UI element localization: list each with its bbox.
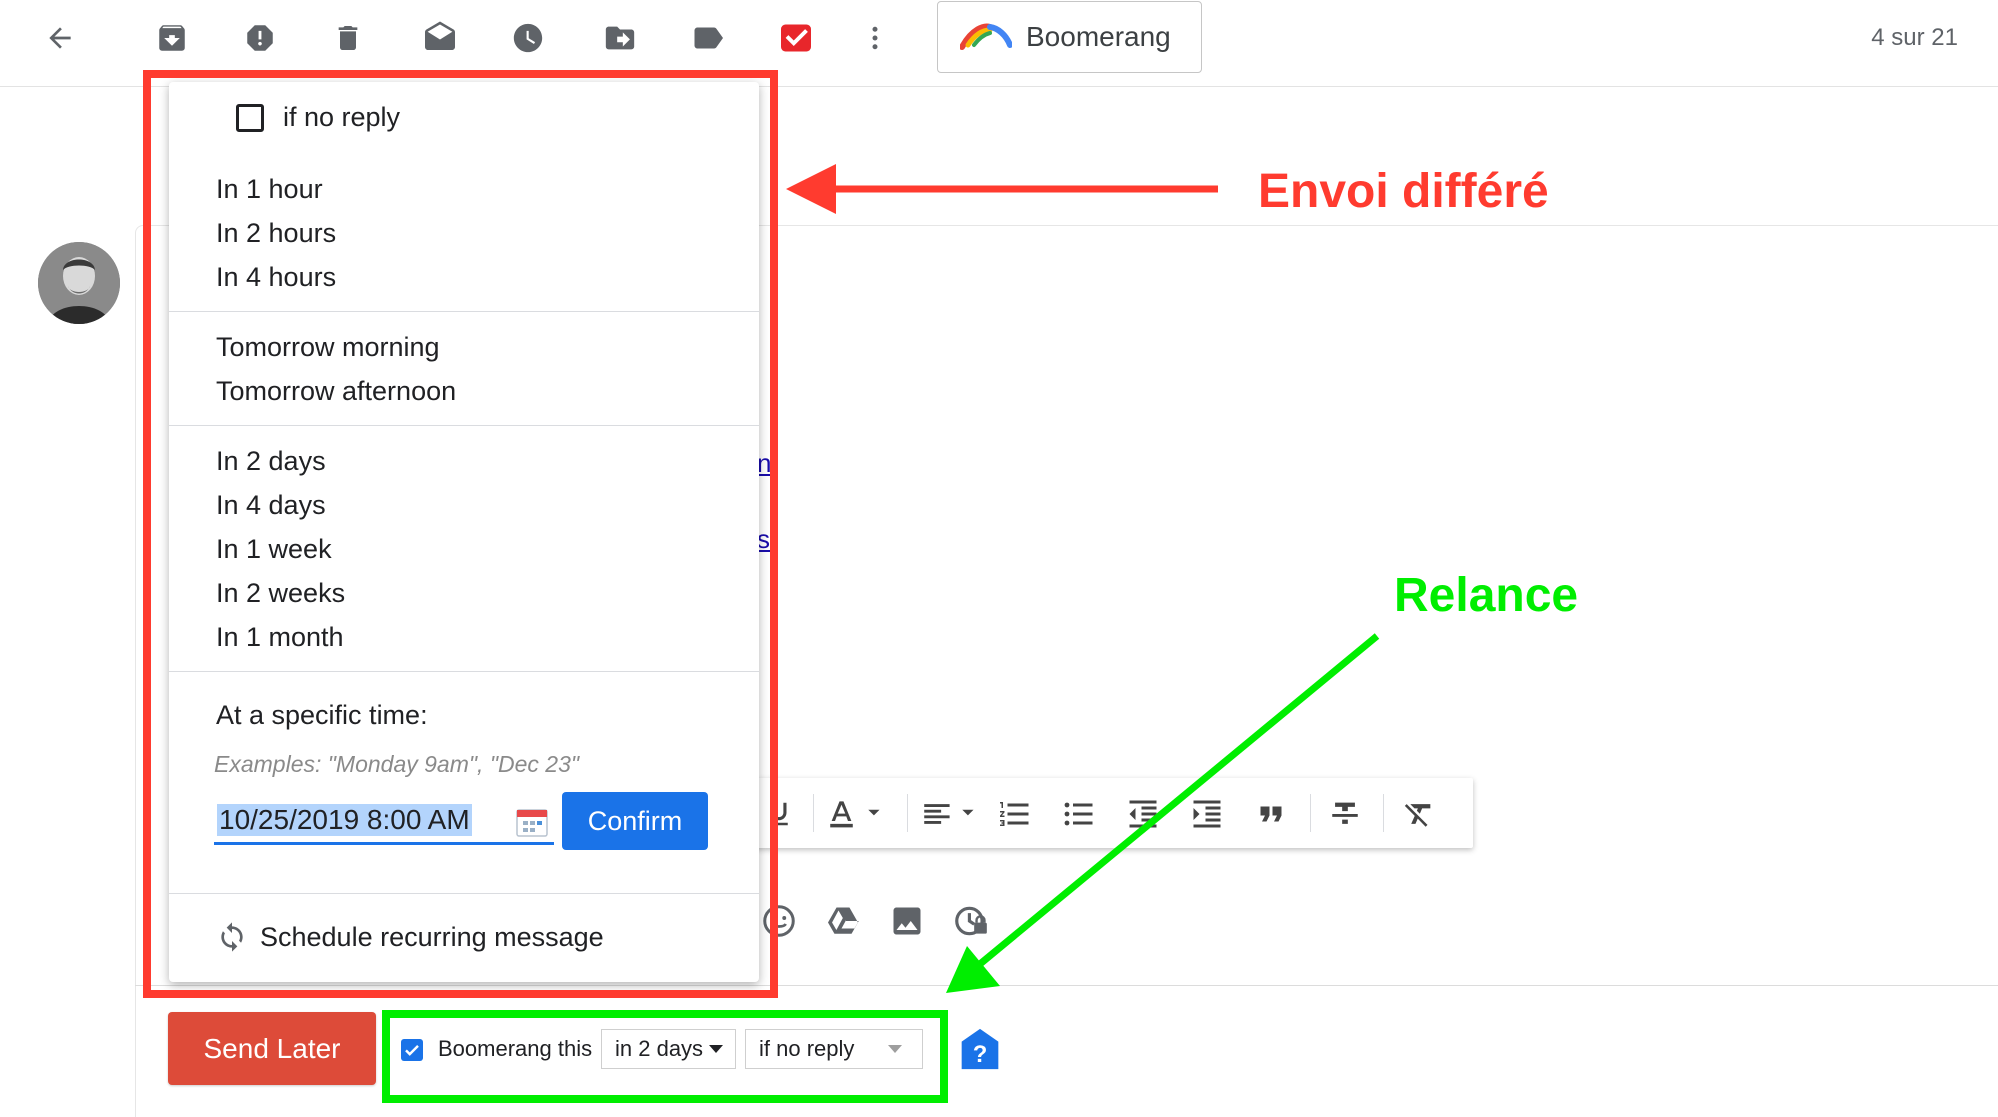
annotation-arrowhead-red [786,164,836,214]
annotation-label-follow-up: Relance [1394,569,1579,622]
annotation-label-scheduled-send: Envoi différé [1258,165,1549,218]
annotation-arrows [786,164,1380,993]
annotation-arrow-green [977,633,1380,967]
